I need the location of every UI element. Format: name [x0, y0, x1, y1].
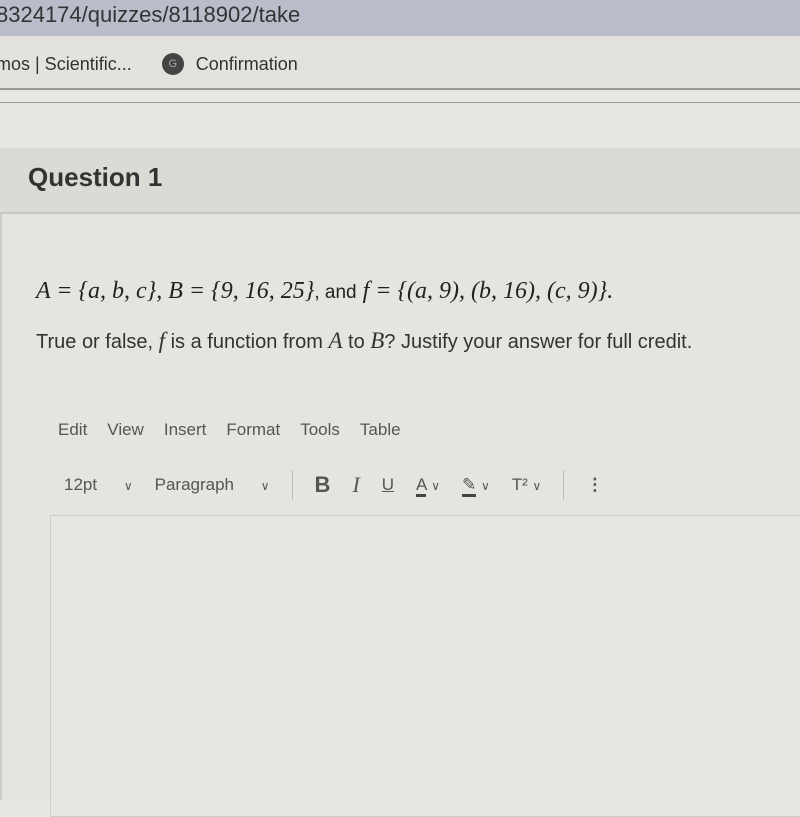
prompt-text: ? Justify your answer for full credit. [384, 331, 693, 353]
prompt-text: to [342, 331, 371, 353]
menu-table[interactable]: Table [360, 420, 401, 440]
address-bar[interactable]: 8324174/quizzes/8118902/take [0, 0, 800, 36]
text-color-button[interactable]: A ∨ [416, 475, 440, 497]
italic-button[interactable]: I [352, 472, 359, 498]
function-definition: f = {(a, 9), (b, 16), (c, 9)}. [362, 278, 614, 304]
prompt-text: True or false, [36, 331, 159, 353]
menu-view[interactable]: View [107, 420, 144, 440]
menu-format[interactable]: Format [226, 420, 280, 440]
toolbar-divider [291, 470, 293, 500]
superscript-button[interactable]: T² ∨ [512, 475, 542, 495]
chevron-down-icon: ∨ [532, 479, 542, 493]
chevron-down-icon: ∨ [260, 479, 270, 493]
underline-button[interactable]: U [382, 475, 394, 495]
menu-insert[interactable]: Insert [164, 420, 207, 440]
question-title: Question 1 [28, 162, 163, 192]
url-text[interactable]: 8324174/quizzes/8118902/take [0, 2, 300, 27]
chevron-down-icon: ∨ [480, 479, 490, 493]
editor-toolbar: 12pt ∨ Paragraph ∨ B I U A ∨ ✎ ∨ T² ∨ ⋮ [64, 470, 625, 500]
toolbar-divider [563, 470, 565, 500]
chevron-down-icon: ∨ [431, 479, 440, 493]
bold-button[interactable]: B [315, 472, 331, 498]
bookmark-desmos[interactable]: mos | Scientific... [0, 54, 132, 75]
sets-definition: A = {a, b, c}, B = {9, 16, 25} [36, 278, 315, 304]
font-size-select[interactable]: 12pt ∨ [64, 475, 133, 495]
question-header: Question 1 [0, 148, 800, 214]
question-statement: A = {a, b, c}, B = {9, 16, 25}, and f = … [36, 278, 613, 305]
font-size-value: 12pt [64, 475, 98, 494]
prompt-math: A [328, 328, 343, 353]
bookmark-confirmation[interactable]: G Confirmation [158, 53, 298, 75]
highlight-button[interactable]: ✎ ∨ [461, 475, 490, 497]
highlighter-icon: ✎ [461, 475, 477, 497]
and-text: , and [314, 282, 357, 303]
menu-edit[interactable]: Edit [58, 420, 87, 440]
text-color-icon: A [416, 475, 427, 497]
editor-menubar: Edit View Insert Format Tools Table [58, 420, 401, 440]
google-icon: G [161, 53, 184, 75]
prompt-text: is a function from [165, 331, 329, 353]
menu-tools[interactable]: Tools [300, 420, 340, 440]
block-format-select[interactable]: Paragraph ∨ [155, 475, 270, 495]
answer-editor[interactable] [50, 515, 800, 817]
bookmarks-bar: mos | Scientific... G Confirmation [0, 36, 800, 92]
block-format-value: Paragraph [154, 475, 235, 494]
chevron-down-icon: ∨ [123, 479, 133, 493]
bookmark-label: mos | Scientific... [0, 53, 132, 74]
prompt-math: B [370, 328, 385, 353]
bookmark-label: Confirmation [195, 53, 298, 74]
superscript-icon: T² [511, 475, 528, 494]
divider [0, 88, 800, 90]
more-options-icon[interactable]: ⋮ [586, 475, 603, 495]
question-prompt: True or false, f is a function from A to… [36, 328, 692, 354]
divider [0, 102, 800, 103]
